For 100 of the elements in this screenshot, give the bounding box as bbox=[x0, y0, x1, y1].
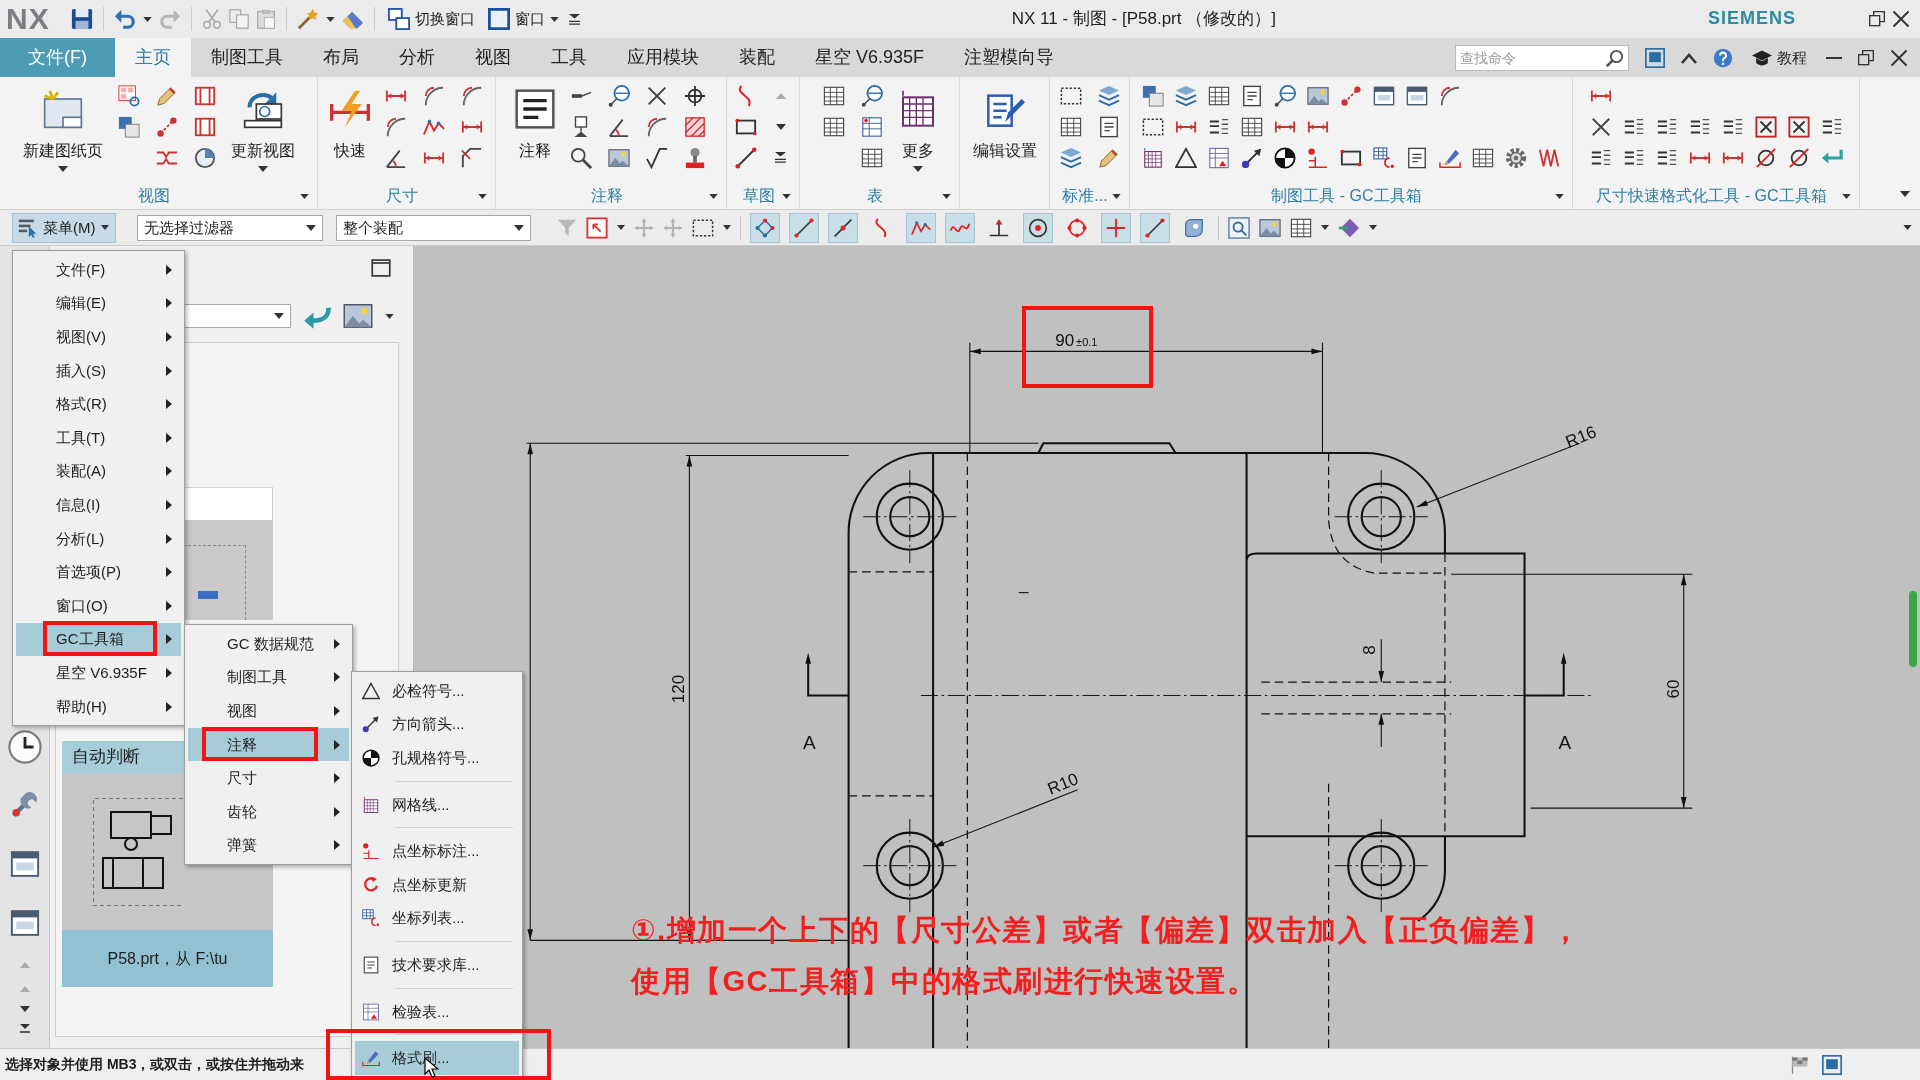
arc-icon[interactable] bbox=[384, 115, 407, 138]
table-icon[interactable] bbox=[860, 146, 883, 169]
restore-icon[interactable] bbox=[1858, 49, 1874, 66]
table-icon[interactable] bbox=[1290, 216, 1312, 239]
ribbon-tab[interactable]: 星空 V6.935F bbox=[795, 38, 945, 77]
picture-icon[interactable] bbox=[343, 301, 373, 331]
caret-icon[interactable] bbox=[775, 123, 786, 130]
picture-icon[interactable] bbox=[1259, 216, 1281, 239]
diamond-icon[interactable] bbox=[1338, 216, 1360, 239]
scroll-down-icon[interactable] bbox=[19, 1006, 30, 1012]
grid-icon[interactable] bbox=[1142, 146, 1164, 169]
magnifier-icon[interactable] bbox=[570, 146, 592, 169]
caret-icon[interactable] bbox=[1900, 191, 1910, 197]
ribbon-button[interactable]: 编辑设置 bbox=[968, 80, 1041, 167]
dashed-rectangle-icon[interactable] bbox=[1142, 115, 1164, 138]
menu-item[interactable]: 窗口(O) bbox=[16, 588, 181, 623]
framed-window-icon[interactable] bbox=[1822, 1054, 1842, 1075]
caret-icon[interactable] bbox=[1555, 193, 1564, 199]
table-icon[interactable] bbox=[822, 115, 845, 138]
menu-item[interactable]: 制图工具 bbox=[188, 660, 349, 695]
snap-toggle[interactable] bbox=[1023, 212, 1053, 243]
ribbon-tab[interactable]: 应用模块 bbox=[607, 38, 719, 77]
arc-icon[interactable] bbox=[1439, 84, 1461, 107]
ribbon-tab[interactable]: 布局 bbox=[303, 38, 379, 77]
quadrant-circle-icon[interactable] bbox=[1274, 146, 1296, 169]
stamp-icon[interactable] bbox=[684, 146, 706, 169]
caret-icon[interactable] bbox=[1321, 225, 1329, 230]
ribbon-tab[interactable]: 工具 bbox=[531, 38, 607, 77]
table-icon[interactable] bbox=[822, 84, 845, 107]
menu-item[interactable]: 方向箭头... bbox=[355, 707, 519, 742]
gallery-caption[interactable]: P58.prt，从 F:\tu bbox=[62, 930, 273, 987]
columns-icon[interactable] bbox=[193, 84, 216, 107]
menu-item[interactable]: 点坐标更新 bbox=[355, 867, 519, 902]
menu-item[interactable]: 网格线... bbox=[355, 787, 519, 822]
wrench-icon[interactable] bbox=[9, 789, 40, 819]
wand-icon[interactable] bbox=[296, 8, 319, 30]
menu-item[interactable]: 装配(A) bbox=[16, 454, 181, 489]
menu-item[interactable]: 插入(S) bbox=[16, 353, 181, 388]
ribbon-tab[interactable]: 装配 bbox=[719, 38, 795, 77]
hatch-icon[interactable] bbox=[684, 115, 706, 138]
zoom-view-icon[interactable] bbox=[1228, 216, 1250, 239]
table-link-icon[interactable] bbox=[1373, 146, 1395, 169]
menu-item[interactable]: 工具(T) bbox=[16, 420, 181, 455]
balloon-icon[interactable] bbox=[860, 84, 883, 107]
menu-item[interactable]: 首选项(P) bbox=[16, 555, 181, 589]
table-icon[interactable] bbox=[1241, 115, 1263, 138]
caret-icon[interactable] bbox=[1842, 193, 1851, 199]
switch-window-button[interactable]: 切换窗口 bbox=[384, 8, 478, 30]
columns-icon[interactable] bbox=[193, 115, 216, 138]
direction-arrow-icon[interactable] bbox=[1241, 146, 1263, 169]
ribbon-button[interactable]: 注释 bbox=[511, 80, 559, 167]
menu-item[interactable]: 坐标列表... bbox=[355, 901, 519, 936]
minimize-icon[interactable] bbox=[1826, 56, 1842, 59]
customize-icon[interactable] bbox=[568, 13, 580, 25]
projected-view-icon[interactable] bbox=[1142, 84, 1164, 107]
scrollbar-thumb[interactable] bbox=[1908, 591, 1917, 667]
menu-button[interactable]: 菜单(M) bbox=[12, 212, 116, 243]
close-icon[interactable] bbox=[1890, 48, 1908, 67]
diameter-icon[interactable] bbox=[1787, 146, 1810, 169]
clipboard-icon[interactable] bbox=[255, 9, 276, 29]
menu-item[interactable]: 视图 bbox=[188, 694, 349, 728]
detail-view-icon[interactable] bbox=[193, 146, 216, 169]
help-icon[interactable] bbox=[1713, 47, 1733, 68]
restore-icon[interactable] bbox=[1869, 11, 1885, 27]
line-icon[interactable] bbox=[734, 146, 757, 169]
tutorial-link[interactable]: 教程 bbox=[1749, 47, 1810, 68]
caret-icon[interactable] bbox=[325, 16, 335, 22]
caret-icon[interactable] bbox=[142, 16, 152, 22]
clock-icon[interactable] bbox=[7, 730, 42, 764]
chamfer-icon[interactable] bbox=[460, 146, 483, 169]
filter-dropdown[interactable]: 无选择过滤器 bbox=[137, 214, 323, 241]
view-grid-icon[interactable] bbox=[117, 84, 140, 107]
ribbon-tab[interactable]: 注塑模向导 bbox=[944, 38, 1075, 77]
snap-toggle[interactable] bbox=[789, 212, 819, 243]
menu-item[interactable]: 帮助(H) bbox=[16, 689, 181, 724]
arc-icon[interactable] bbox=[646, 115, 668, 138]
ribbon-button[interactable]: 快速 bbox=[325, 80, 374, 167]
menu-item[interactable]: 孔规格符号... bbox=[355, 741, 519, 775]
menu-item[interactable]: 齿轮 bbox=[188, 794, 349, 829]
undo-icon[interactable] bbox=[113, 8, 136, 30]
ribbon-button[interactable]: 更新视图 bbox=[226, 80, 299, 173]
menu-item[interactable]: 星空 V6.935F bbox=[16, 656, 181, 690]
search-icon[interactable] bbox=[1606, 48, 1624, 67]
checklist-icon[interactable] bbox=[1208, 146, 1230, 169]
caret-icon[interactable] bbox=[300, 193, 309, 199]
scope-dropdown[interactable]: 整个装配 bbox=[336, 214, 531, 241]
layers-icon[interactable] bbox=[1175, 84, 1197, 107]
picture-icon[interactable] bbox=[1307, 84, 1329, 107]
menu-item[interactable]: 点坐标标注... bbox=[355, 834, 519, 868]
ribbon-tab[interactable]: 分析 bbox=[379, 38, 455, 77]
scroll-end-icon[interactable] bbox=[19, 1024, 30, 1033]
menu-item[interactable]: 技术要求库... bbox=[355, 948, 519, 982]
pencil-icon[interactable] bbox=[155, 84, 178, 107]
snap-toggle[interactable] bbox=[750, 212, 780, 243]
menu-item[interactable]: 弹簧 bbox=[188, 828, 349, 863]
table-icon[interactable] bbox=[1472, 146, 1494, 169]
caret-icon[interactable] bbox=[385, 313, 394, 319]
document-icon[interactable] bbox=[1241, 84, 1263, 107]
table-icon[interactable] bbox=[1208, 84, 1230, 107]
menu-item[interactable]: 必检符号... bbox=[355, 674, 519, 708]
